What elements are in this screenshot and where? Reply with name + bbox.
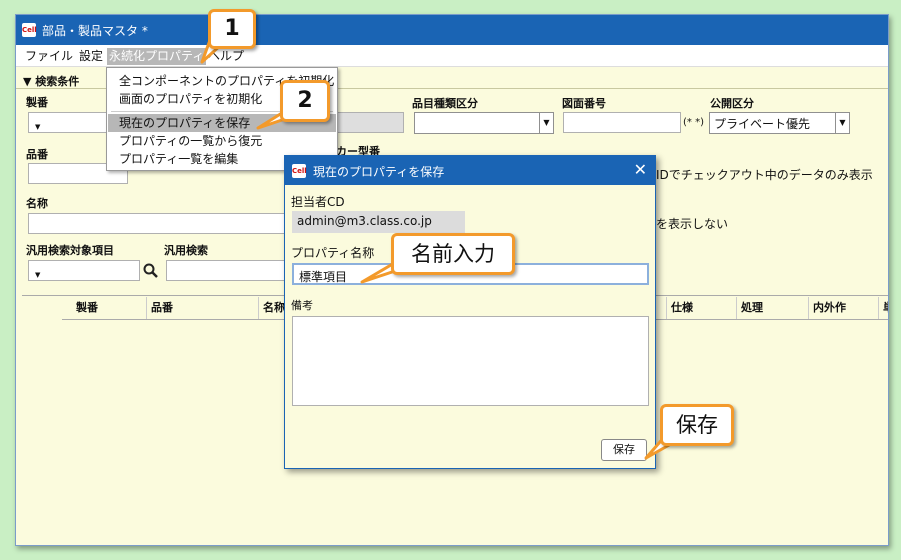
step-1-callout: 1 bbox=[208, 9, 256, 49]
step-2-callout: 2 bbox=[280, 80, 330, 122]
callout-pointers bbox=[200, 38, 680, 460]
enter-name-callout: 名前入力 bbox=[391, 233, 515, 275]
save-callout: 保存 bbox=[660, 404, 734, 446]
